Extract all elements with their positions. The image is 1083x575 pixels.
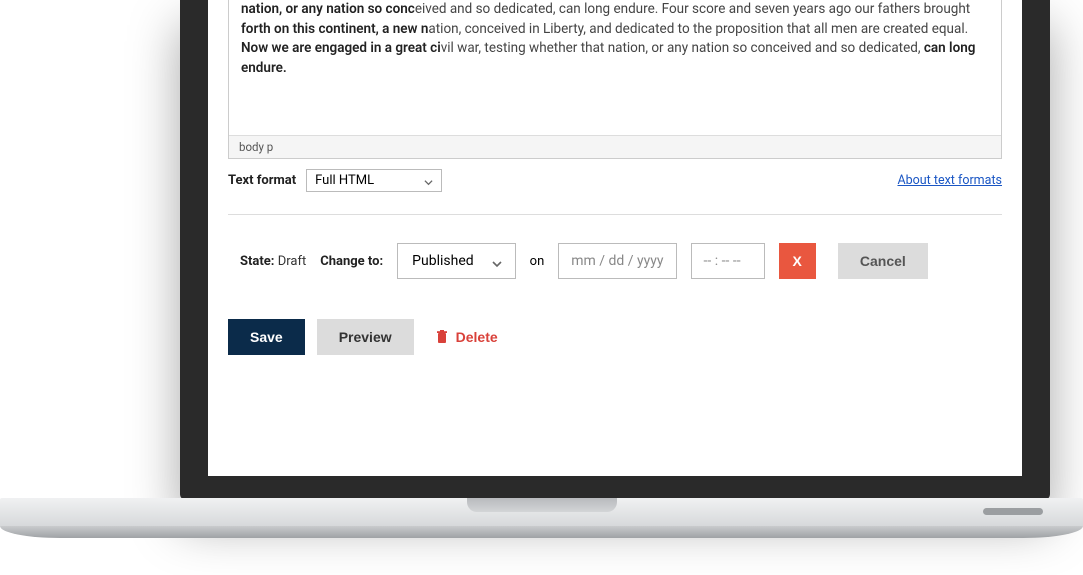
change-to-label: Change to: [320,254,383,269]
chevron-down-icon [492,257,501,266]
state-label: State: [240,254,274,269]
date-input[interactable]: mm / dd / yyyy [558,243,676,279]
chevron-down-icon [424,176,433,185]
save-button[interactable]: Save [228,319,305,355]
editor-element-path: body p [229,135,1001,158]
rich-text-editor[interactable]: nation, or any nation so conceived and s… [228,0,1002,159]
divider [228,214,1002,215]
preview-button[interactable]: Preview [317,319,414,355]
change-to-value: Published [412,253,473,269]
on-label: on [530,254,545,269]
text-format-select[interactable]: Full HTML [306,169,442,192]
delete-button[interactable]: Delete [426,319,508,355]
state-value: Draft [278,254,307,269]
text-format-value: Full HTML [315,173,374,188]
about-text-formats-link[interactable]: About text formats [897,173,1002,188]
clear-schedule-button[interactable]: X [779,243,816,279]
trash-icon [436,330,448,344]
laptop-base [0,498,1083,546]
cancel-button[interactable]: Cancel [838,243,928,279]
time-input[interactable]: -- : -- -- [691,243,765,279]
change-to-select[interactable]: Published [397,243,515,279]
delete-label: Delete [456,329,498,345]
text-format-label: Text format [228,173,296,188]
editor-content[interactable]: nation, or any nation so conceived and s… [229,0,1001,135]
